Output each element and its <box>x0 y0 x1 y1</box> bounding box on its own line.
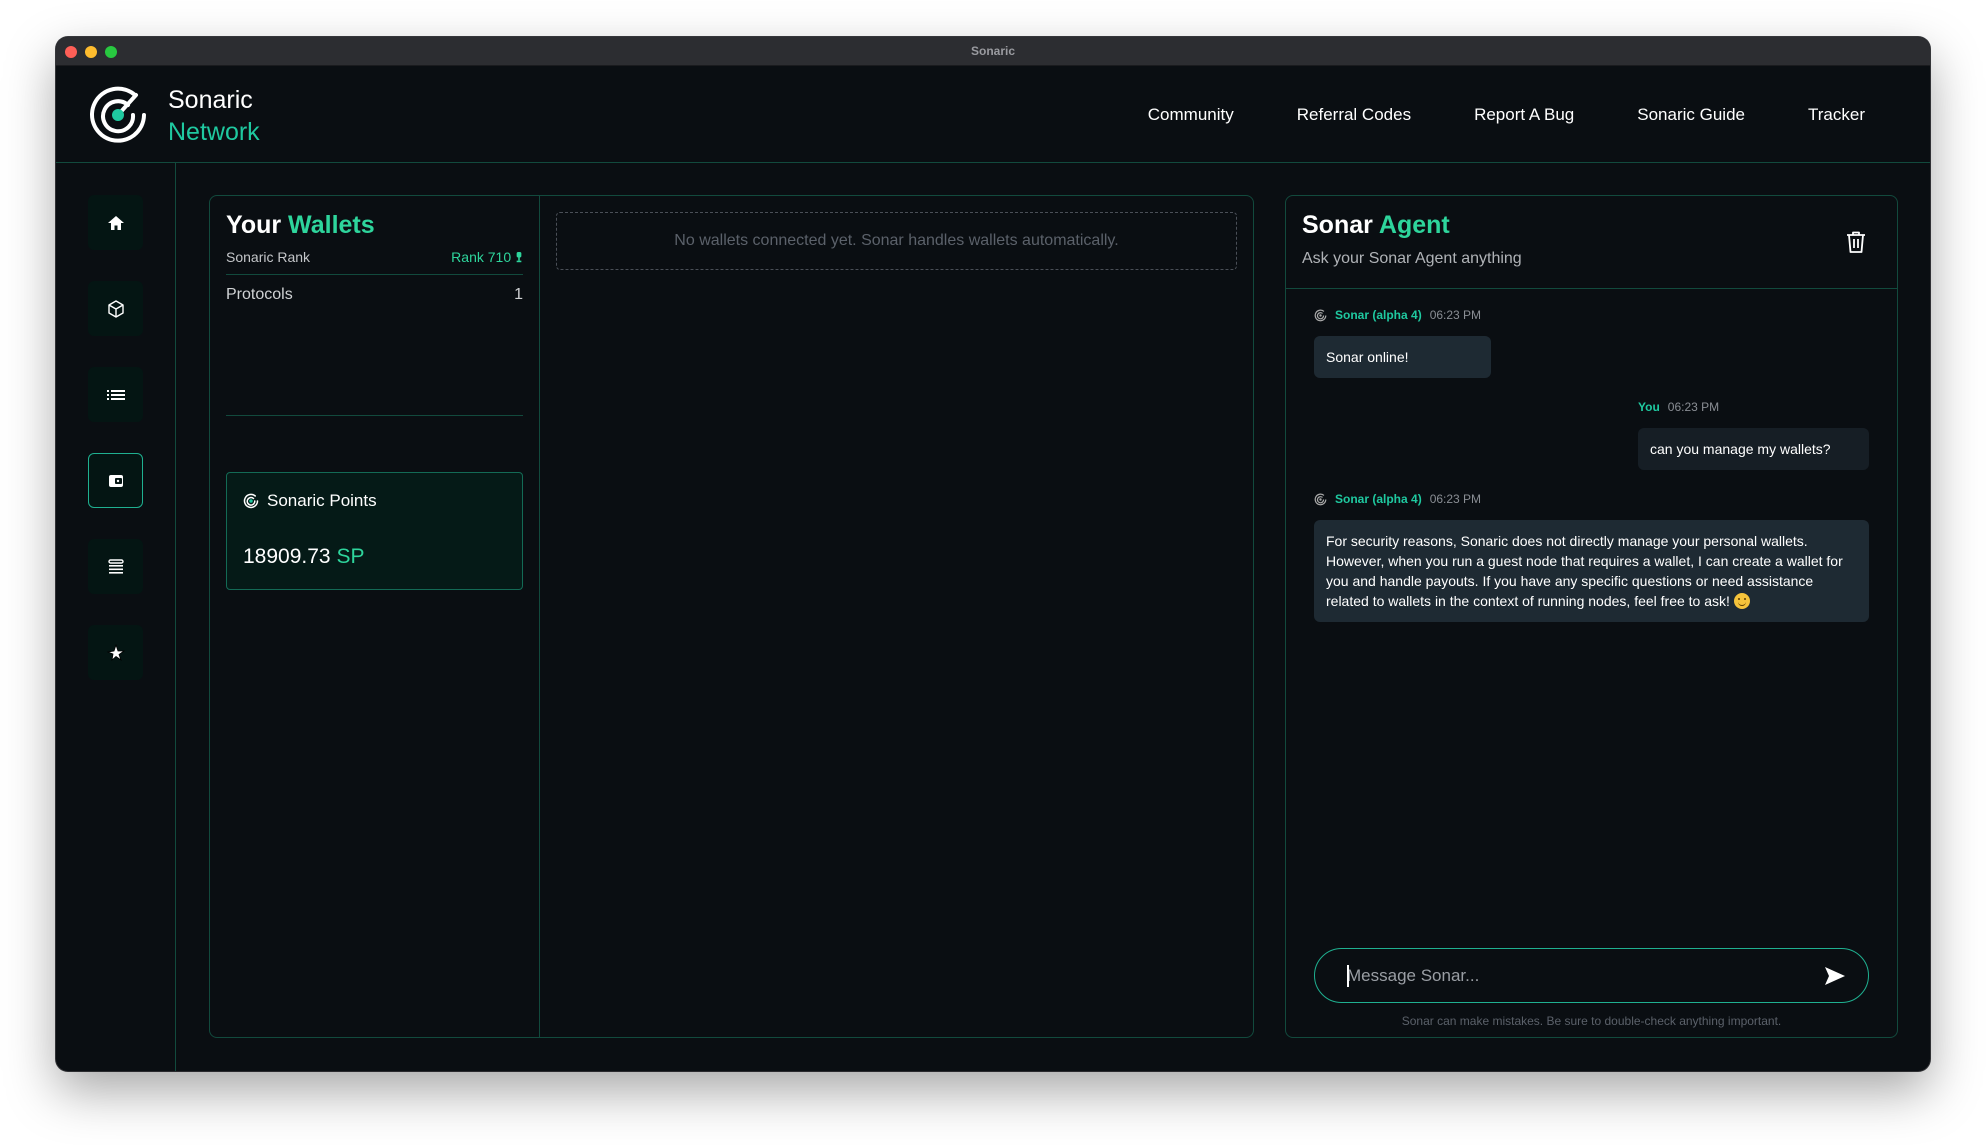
chat-disclaimer: Sonar can make mistakes. Be sure to doub… <box>1401 1014 1782 1028</box>
rank-value: Rank 710 <box>451 249 523 265</box>
nav-community[interactable]: Community <box>1148 105 1234 125</box>
message-time: 06:23 PM <box>1429 492 1482 506</box>
sidebar-item-extras[interactable] <box>88 625 143 680</box>
message-meta: Sonar (alpha 4) 06:23 PM <box>1314 308 1481 322</box>
points-label: Sonaric Points <box>267 491 377 510</box>
empty-wallets-message: No wallets connected yet. Sonar handles … <box>556 212 1237 270</box>
wallets-panel: Your Wallets Sonaric Rank Rank 710 Proto… <box>209 195 1254 1038</box>
message-input[interactable] <box>1347 949 1808 1002</box>
sonaric-radar-icon <box>243 493 259 509</box>
sidebar <box>56 163 176 1071</box>
chat-title-accent: Agent <box>1378 211 1450 239</box>
sidebar-item-wallets[interactable] <box>88 453 143 508</box>
bot-message: For security reasons, Sonaric does not d… <box>1314 520 1869 622</box>
message-time: 06:23 PM <box>1667 400 1720 414</box>
medal-icon <box>516 252 522 263</box>
home-icon <box>107 215 124 230</box>
message-sender: You <box>1638 400 1660 414</box>
nav-sonaric-guide[interactable]: Sonaric Guide <box>1637 105 1745 125</box>
sidebar-item-home[interactable] <box>88 195 143 250</box>
message-input-container <box>1314 948 1869 1003</box>
chat-subtitle: Ask your Sonar Agent anything <box>1302 250 1522 267</box>
protocols-row: Protocols 1 <box>226 286 523 304</box>
app-header: Sonaric Network Community Referral Codes… <box>56 66 1930 163</box>
protocols-value: 1 <box>514 286 523 303</box>
wallets-summary: Your Wallets Sonaric Rank Rank 710 Proto… <box>210 196 540 1037</box>
trash-icon[interactable] <box>1845 230 1867 254</box>
protocols-label: Protocols <box>226 286 293 303</box>
user-message: can you manage my wallets? <box>1638 428 1869 470</box>
logo-line-2: Network <box>168 118 260 146</box>
sonaric-radar-icon <box>1314 493 1327 505</box>
send-icon[interactable] <box>1824 966 1846 986</box>
divider <box>226 415 523 416</box>
app-window: Sonaric Sonaric Network Community Referr… <box>56 37 1930 1071</box>
rank-value-text: Rank 710 <box>451 249 512 265</box>
message-time: 06:23 PM <box>1429 308 1482 322</box>
points-amount: 18909.73 <box>243 545 331 568</box>
sidebar-item-list[interactable] <box>88 367 143 422</box>
message-sender: Sonar (alpha 4) <box>1335 492 1422 506</box>
rank-row: Sonaric Rank Rank 710 <box>226 249 523 275</box>
logo-line-1: Sonaric <box>168 86 253 114</box>
wallet-icon <box>108 474 123 487</box>
rank-label: Sonaric Rank <box>226 249 311 265</box>
sonar-agent-panel: Sonar Agent Ask your Sonar Agent anythin… <box>1285 195 1898 1038</box>
wallets-title-accent: Wallets <box>288 211 375 239</box>
message-sender: Sonar (alpha 4) <box>1335 308 1422 322</box>
text-caret <box>1347 965 1349 987</box>
wallets-title: Your Wallets <box>226 211 375 240</box>
window-title: Sonaric <box>970 44 1015 58</box>
sonaric-radar-icon <box>90 86 146 143</box>
sonaric-radar-icon <box>1314 309 1327 321</box>
list-icon <box>106 389 125 400</box>
sonaric-points-card: Sonaric Points 18909.73 SP <box>226 472 523 590</box>
nav-referral-codes[interactable]: Referral Codes <box>1297 105 1411 125</box>
sidebar-item-storage[interactable] <box>88 539 143 594</box>
star-burst-icon <box>106 643 125 661</box>
cube-icon <box>107 299 124 318</box>
points-value: 18909.73 SP <box>243 545 364 569</box>
chat-title-prefix: Sonar <box>1302 211 1373 239</box>
chat-title: Sonar Agent <box>1302 211 1450 240</box>
bot-message-text: For security reasons, Sonaric does not d… <box>1326 533 1843 609</box>
points-unit: SP <box>336 545 365 568</box>
server-stack-icon <box>107 558 124 574</box>
wallets-title-prefix: Your <box>226 211 282 239</box>
bot-message: Sonar online! <box>1314 336 1491 378</box>
logo-text: Sonaric Network <box>168 84 260 148</box>
points-header: Sonaric Points <box>243 491 377 511</box>
title-bar: Sonaric <box>56 37 1930 66</box>
message-meta: You 06:23 PM <box>1638 400 1719 414</box>
smiley-emoji-icon <box>1733 593 1750 609</box>
sidebar-item-nodes[interactable] <box>88 281 143 336</box>
message-meta: Sonar (alpha 4) 06:23 PM <box>1314 492 1481 506</box>
chat-header: Sonar Agent Ask your Sonar Agent anythin… <box>1286 196 1897 289</box>
top-nav: Community Referral Codes Report A Bug So… <box>1148 66 1865 163</box>
nav-tracker[interactable]: Tracker <box>1808 105 1865 125</box>
nav-report-a-bug[interactable]: Report A Bug <box>1474 105 1574 125</box>
